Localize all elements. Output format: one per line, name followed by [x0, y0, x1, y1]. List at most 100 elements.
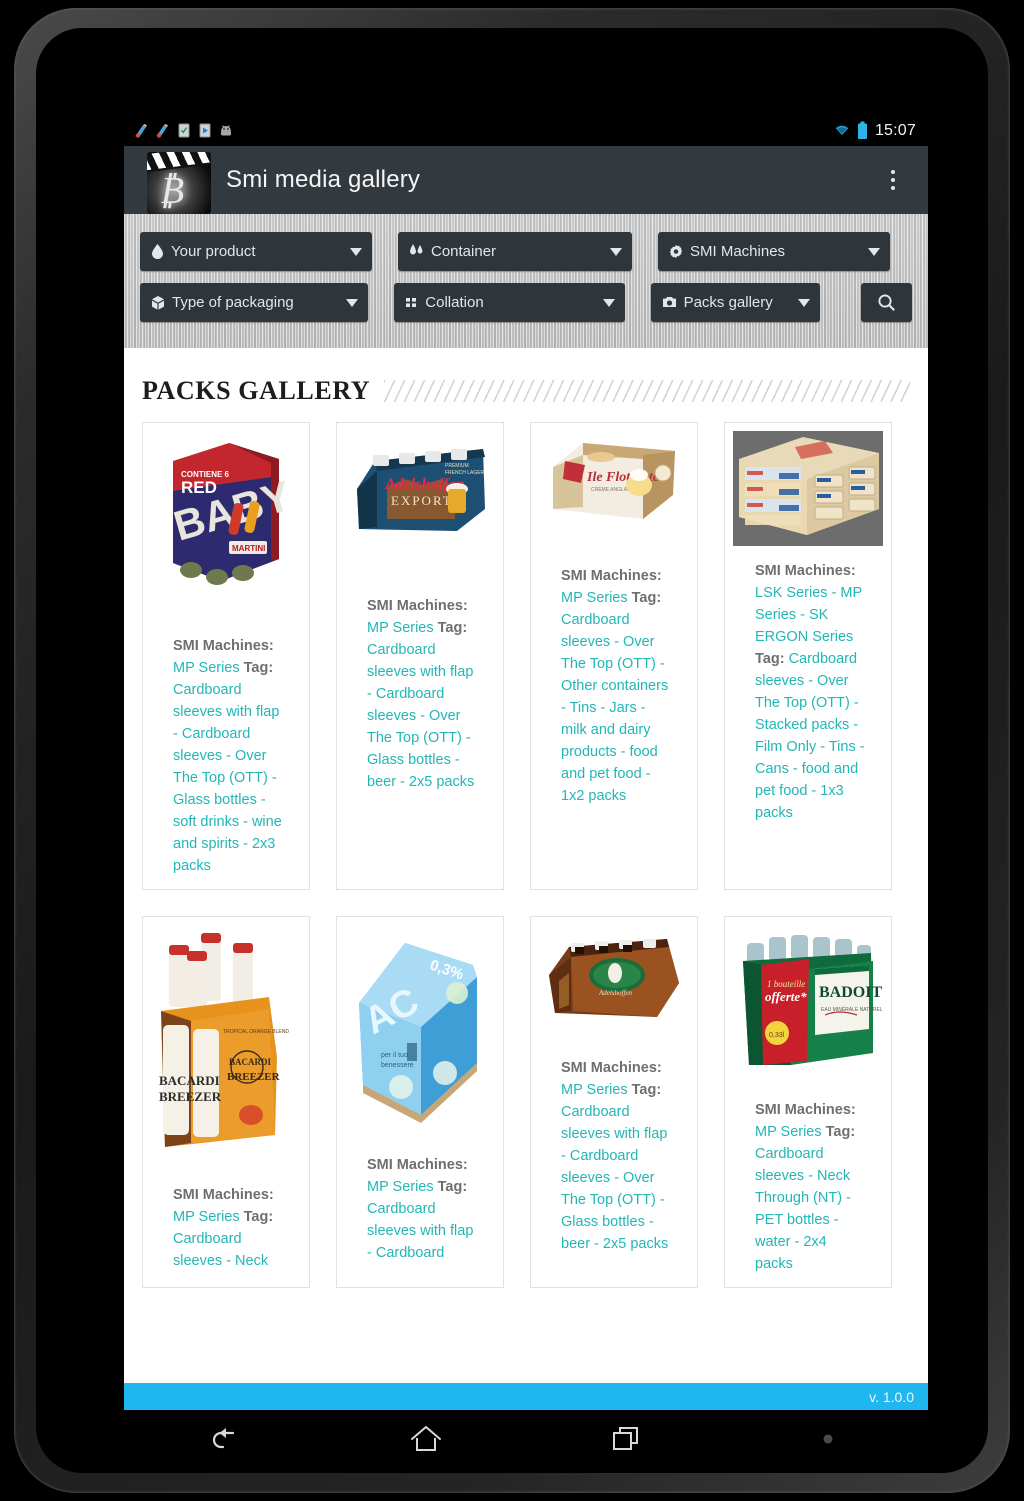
tag-value: Cardboard sleeves - Neck Through (NT) - …: [755, 1146, 851, 1272]
gear-icon: [669, 244, 683, 259]
gallery-card[interactable]: CONTIENE 6 RED BABY MARTINI SMI Machines…: [142, 422, 310, 890]
filter-collation[interactable]: Collation: [394, 283, 625, 322]
svg-text:per il tuo: per il tuo: [381, 1052, 408, 1059]
filter-your-product[interactable]: Your product: [140, 232, 372, 271]
card-meta: SMI Machines: MP Series Tag: Cardboard s…: [539, 1057, 689, 1255]
nav-home-button[interactable]: [325, 1424, 526, 1454]
page-header: PACKS GALLERY: [138, 348, 914, 422]
download-icon: [178, 123, 190, 138]
battery-icon: [857, 121, 867, 139]
chevron-down-icon: [350, 247, 362, 256]
product-image-adelshoffen-brown-pack: Adelshoffen: [539, 925, 689, 1043]
product-image-ac-water-pack: AC 0,3% per il tuo benessere: [345, 925, 495, 1140]
svg-text:0,33l: 0,33l: [769, 1032, 785, 1039]
svg-text:EAU MINÉRALE NATURELLE: EAU MINÉRALE NATURELLE: [821, 1006, 883, 1013]
filter-your-product-label: Your product: [171, 243, 256, 260]
status-bar-clock: 15:07: [874, 121, 916, 139]
product-image-bacardi-breezer: BACARDI BREEZER BACARDI BREEZER TROPICAL…: [151, 925, 301, 1170]
svg-text:BACARDI: BACARDI: [229, 1057, 272, 1067]
filter-type-of-packaging-label: Type of packaging: [172, 294, 294, 311]
chevron-down-icon: [868, 247, 880, 256]
filter-container-label: Container: [431, 243, 497, 260]
card-meta: SMI Machines: MP Series Tag: Cardboard s…: [345, 1154, 495, 1264]
gallery-card[interactable]: 1 bouteille offerte* 0,33l BADOIT EAU MI…: [724, 916, 892, 1288]
svg-text:EXPORT: EXPORT: [391, 493, 453, 508]
android-status-bar: 15:07: [124, 115, 928, 146]
tag-label: Tag:: [437, 620, 468, 636]
app-title: Smi media gallery: [226, 166, 421, 193]
svg-text:FRENCH LAGER: FRENCH LAGER: [445, 470, 485, 476]
card-meta: SMI Machines: MP Series Tag: Cardboard s…: [733, 1099, 883, 1275]
tag-value: Cardboard sleeves - Over The Top (OTT) -…: [561, 612, 669, 804]
status-system-icons: 15:07: [834, 121, 916, 140]
machines-label: SMI Machines:: [173, 1187, 274, 1203]
search-icon: [878, 294, 895, 311]
machines-label: SMI Machines:: [755, 1102, 856, 1118]
machines-value: MP Series: [173, 660, 240, 676]
back-icon: [212, 1428, 234, 1449]
chevron-down-icon: [610, 247, 622, 256]
content-area: PACKS GALLERY CONTIENE 6 RED BABY MARTIN…: [124, 348, 928, 1288]
app-bar: ₿ Smi media gallery: [124, 146, 928, 214]
grid-icon: [405, 296, 418, 309]
svg-text:benessere: benessere: [381, 1062, 414, 1069]
android-nav-bar: [124, 1410, 928, 1468]
gallery-card[interactable]: Adelshoffen EXPORT PREMIUM FRENCH LAGER …: [336, 422, 504, 890]
nav-menu-dot-button[interactable]: [727, 1431, 928, 1447]
status-notification-icons: [134, 122, 234, 139]
search-button[interactable]: [860, 283, 912, 322]
tag-value: Cardboard sleeves - Over The Top (OTT) -…: [755, 651, 865, 821]
tag-label: Tag:: [243, 660, 274, 676]
filter-packs-gallery[interactable]: Packs gallery: [650, 283, 820, 322]
filter-row-2: Type of packaging Collation Packs galler…: [140, 283, 912, 322]
svg-text:BACARDI: BACARDI: [159, 1073, 220, 1088]
machines-value: MP Series: [755, 1124, 822, 1140]
svg-text:BREEZER: BREEZER: [159, 1089, 222, 1104]
tag-label: Tag:: [631, 590, 662, 606]
gallery-card[interactable]: SMI Machines: LSK Series - MP Series - S…: [724, 422, 892, 890]
machines-value: LSK Series - MP Series - SK ERGON Series: [755, 585, 862, 645]
header-hatch-decoration: [384, 380, 910, 402]
download-icon: [199, 123, 211, 138]
notification-icon: [156, 124, 168, 138]
gallery-card[interactable]: AC 0,3% per il tuo benessere SMI Machine…: [336, 916, 504, 1288]
tag-value: Cardboard sleeves with flap - Cardboard: [367, 1201, 474, 1261]
svg-text:MARTINI: MARTINI: [232, 544, 265, 553]
droplet-icon: [151, 244, 164, 259]
svg-text:offerte*: offerte*: [765, 989, 807, 1004]
tag-label: Tag:: [825, 1124, 856, 1140]
gallery-card[interactable]: Ile Flottante CRÈME ANGLAISE SMI Machine…: [530, 422, 698, 890]
swan-logo: ₿: [159, 170, 185, 212]
tablet-device-frame: 15:07 ₿ Smi media gallery Your product C…: [14, 8, 1010, 1493]
chevron-down-icon: [797, 298, 810, 307]
machines-label: SMI Machines:: [561, 568, 662, 584]
nav-back-button[interactable]: [124, 1425, 325, 1453]
product-image-stacked-tins-pallet: [733, 431, 883, 546]
camera-icon: [662, 296, 677, 309]
svg-text:BADOIT: BADOIT: [819, 984, 882, 1001]
filter-collation-label: Collation: [425, 294, 484, 311]
filter-container[interactable]: Container: [398, 232, 632, 271]
card-meta: SMI Machines: MP Series Tag: Cardboard s…: [539, 565, 689, 807]
gallery-card[interactable]: Adelshoffen SMI Machines: MP Series Tag:…: [530, 916, 698, 1288]
filter-bar: Your product Container SMI Machines Type…: [124, 214, 928, 348]
svg-text:Adelshoffen: Adelshoffen: [598, 989, 633, 997]
overflow-menu-button[interactable]: [880, 163, 906, 197]
card-meta: SMI Machines: LSK Series - MP Series - S…: [733, 560, 883, 824]
version-bar: v. 1.0.0: [124, 1383, 928, 1410]
machines-label: SMI Machines:: [367, 598, 468, 614]
machines-value: MP Series: [367, 1179, 434, 1195]
android-icon: [221, 125, 231, 136]
tag-value: Cardboard sleeves with flap - Cardboard …: [173, 682, 282, 874]
filter-smi-machines[interactable]: SMI Machines: [658, 232, 890, 271]
machines-label: SMI Machines:: [561, 1060, 662, 1076]
svg-text:BREEZER: BREEZER: [227, 1071, 281, 1083]
gallery-card[interactable]: BACARDI BREEZER BACARDI BREEZER TROPICAL…: [142, 916, 310, 1288]
version-label: v. 1.0.0: [869, 1388, 914, 1405]
recents-icon: [612, 1427, 638, 1450]
nav-recents-button[interactable]: [526, 1424, 727, 1454]
filter-type-of-packaging[interactable]: Type of packaging: [140, 283, 369, 322]
product-image-baby-red-martini: CONTIENE 6 RED BABY MARTINI: [151, 431, 301, 621]
card-meta: SMI Machines: MP Series Tag: Cardboard s…: [151, 1184, 301, 1272]
product-image-adelshoffen-export: Adelshoffen EXPORT PREMIUM FRENCH LAGER: [345, 431, 495, 581]
